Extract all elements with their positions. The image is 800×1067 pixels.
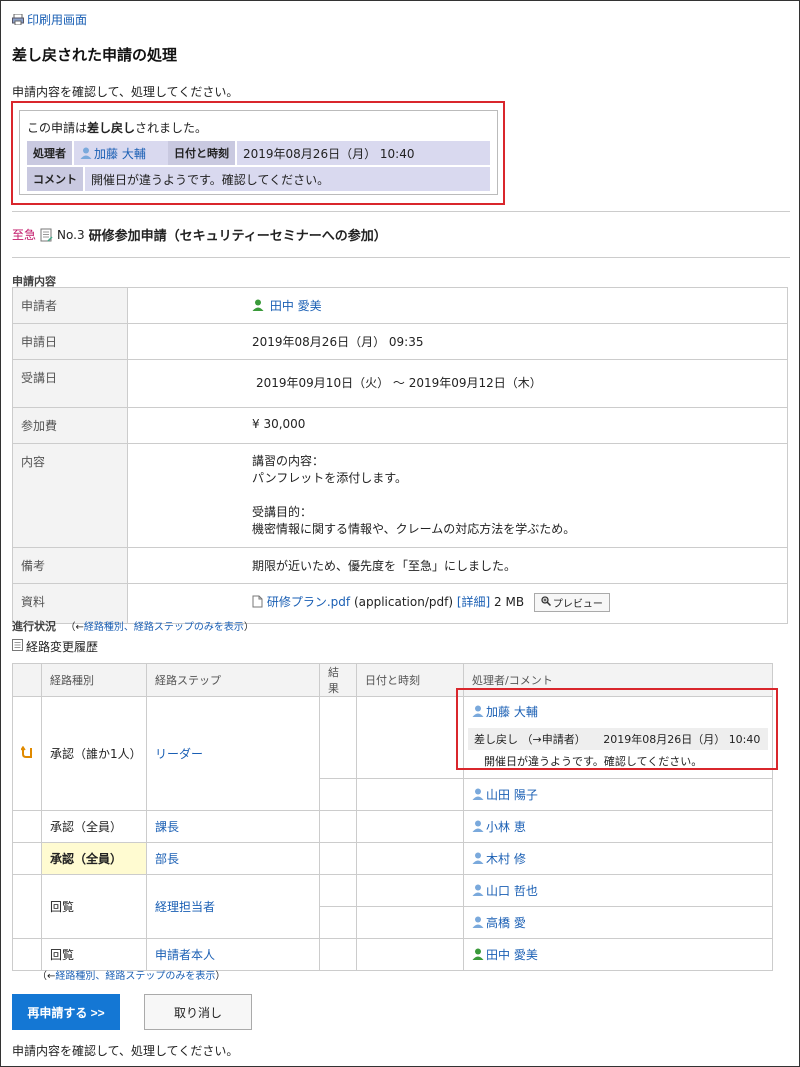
detail-row-content: 内容 講習の内容： パンフレットを添付します。 受講目的： 機密情報に関する情報…: [12, 443, 788, 548]
returned-comment-row: コメント 開催日が違うようです。確認してください。: [27, 167, 490, 191]
print-view-link[interactable]: 印刷用画面: [12, 11, 87, 28]
list-icon: [12, 639, 23, 654]
route-row: 回覧 経理担当者 山口 哲也: [12, 874, 773, 939]
fee-label: 参加費: [12, 407, 128, 444]
instruction-top: 申請内容を確認して、処理してください。: [12, 85, 239, 99]
user-icon: [80, 147, 92, 159]
page-frame: 印刷用画面 差し戻された申請の処理 申請内容を確認して、処理してください。 この…: [0, 0, 800, 1067]
route-toggle-link-bottom[interactable]: 経路種別、経路ステップのみを表示: [55, 971, 215, 982]
instruction-bottom: 申請内容を確認して、処理してください。: [12, 1044, 239, 1058]
datetime-value: 2019年08月26日（月） 10:40: [243, 146, 415, 161]
processor-link[interactable]: 高橋 愛: [486, 916, 526, 930]
content-value: 講習の内容： パンフレットを添付します。 受講目的： 機密情報に関する情報や、ク…: [127, 443, 788, 548]
current-step-marker: [12, 696, 42, 811]
file-icon: [252, 595, 263, 611]
file-detail-link[interactable]: [詳細]: [457, 595, 490, 609]
resubmit-button[interactable]: 再申請する >>: [12, 994, 120, 1030]
processor-link[interactable]: 小林 恵: [486, 820, 526, 834]
application-subject: 至急 No.3 研修参加申請（セキュリティーセミナーへの参加）: [12, 225, 387, 245]
user-icon: [472, 884, 484, 896]
processor-link[interactable]: 木村 修: [486, 852, 526, 866]
col-route-step: 経路ステップ: [146, 663, 320, 697]
processor-link[interactable]: 田中 愛美: [486, 948, 538, 962]
route-row: 回覧 申請者本人 田中 愛美: [12, 938, 773, 971]
detail-row-applicant: 申請者 田中 愛美: [12, 287, 788, 324]
printer-icon: [12, 14, 24, 25]
user-icon: [472, 916, 484, 928]
document-icon: [40, 228, 53, 242]
user-icon: [472, 852, 484, 864]
attend-date-label: 受講日: [12, 359, 128, 408]
cancel-button[interactable]: 取り消し: [144, 994, 252, 1030]
route-type: 回覧: [41, 874, 147, 939]
application-title: 研修参加申請（セキュリティーセミナーへの参加）: [88, 229, 387, 244]
user-icon: [472, 820, 484, 832]
detail-row-remarks: 備考 期限が近いため、優先度を「至急」にしました。: [12, 547, 788, 584]
applicant-user-icon: [472, 948, 484, 960]
remarks-label: 備考: [12, 547, 128, 584]
divider: [12, 257, 790, 258]
processor-link[interactable]: 山口 哲也: [486, 884, 538, 898]
route-step-link[interactable]: 申請者本人: [155, 948, 215, 962]
print-view-label: 印刷用画面: [27, 13, 88, 27]
returned-info-panel: この申請は差し戻しされました。 処理者 加藤 大輔 日付と時刻 2019年08月…: [19, 110, 498, 195]
route-type: 承認（全員）: [41, 810, 147, 843]
processor-link[interactable]: 加藤 大輔: [94, 145, 146, 162]
applicant-user-icon: [252, 299, 264, 311]
return-arrow-icon: [20, 745, 33, 761]
highlight-box-route-comment: [456, 688, 778, 770]
comment-label: コメント: [27, 167, 85, 191]
divider: [12, 211, 790, 212]
returned-processor-row: 処理者 加藤 大輔 日付と時刻 2019年08月26日（月） 10:40: [27, 141, 490, 165]
route-row-current: 承認（全員） 部長 木村 修: [12, 842, 773, 875]
route-step-link[interactable]: 課長: [155, 820, 179, 834]
detail-row-applied-date: 申請日 2019年08月26日（月） 09:35: [12, 323, 788, 360]
applied-date-value: 2019年08月26日（月） 09:35: [127, 323, 788, 360]
col-route-type: 経路種別: [41, 663, 147, 697]
detail-row-fee: 参加費 ¥ 30,000: [12, 407, 788, 444]
remarks-value: 期限が近いため、優先度を「至急」にしました。: [127, 547, 788, 584]
fee-value: ¥ 30,000: [127, 407, 788, 444]
route-step-link[interactable]: 部長: [155, 852, 179, 866]
col-datetime: 日付と時刻: [356, 663, 464, 697]
user-icon: [472, 788, 484, 800]
applicant-value: 田中 愛美: [127, 287, 788, 324]
page-title: 差し戻された申請の処理: [12, 46, 178, 64]
application-detail-table: 申請者 田中 愛美 申請日 2019年08月26日（月） 09:35 受講日 2…: [12, 287, 788, 624]
route-type: 承認（誰か1人）: [41, 696, 147, 811]
file-type: (application/pdf): [353, 595, 453, 609]
comment-value: 開催日が違うようです。確認してください。: [91, 172, 330, 187]
route-row: 承認（全員） 課長 小林 恵: [12, 810, 773, 843]
file-size: 2 MB: [494, 595, 525, 609]
route-step-link[interactable]: 経理担当者: [155, 900, 215, 914]
progress-label: 進行状況: [12, 620, 56, 633]
progress-header: 進行状況 （←経路種別、経路ステップのみを表示）: [12, 620, 254, 633]
applicant-link[interactable]: 田中 愛美: [270, 299, 322, 313]
route-type: 回覧: [41, 938, 147, 971]
processor-link[interactable]: 山田 陽子: [486, 788, 538, 802]
applied-date-label: 申請日: [12, 323, 128, 360]
returned-message: この申請は差し戻しされました。: [27, 121, 208, 135]
preview-button[interactable]: プレビュー: [533, 593, 610, 612]
magnifier-icon: [541, 596, 551, 609]
content-label: 内容: [12, 443, 128, 548]
urgent-badge: 至急: [12, 228, 37, 242]
route-type: 承認（全員）: [41, 842, 147, 875]
route-toggle-footer: （←経路種別、経路ステップのみを表示）: [37, 971, 226, 982]
route-toggle-link[interactable]: 経路種別、経路ステップのみを表示: [84, 622, 244, 633]
detail-row-attend-date: 受講日 2019年09月10日（火） 〜 2019年09月12日（木）: [12, 359, 788, 408]
attend-date-value: 2019年09月10日（火） 〜 2019年09月12日（木）: [127, 359, 788, 408]
applicant-label: 申請者: [12, 287, 128, 324]
application-number: No.3: [57, 227, 85, 242]
processor-label: 処理者: [27, 141, 74, 165]
col-result: 結果: [319, 663, 357, 697]
route-step-link[interactable]: リーダー: [155, 747, 203, 761]
datetime-label: 日付と時刻: [168, 141, 237, 165]
file-link[interactable]: 研修プラン.pdf: [267, 595, 350, 609]
processor-value: 加藤 大輔: [74, 141, 168, 165]
route-history[interactable]: 経路変更履歴: [12, 638, 98, 655]
